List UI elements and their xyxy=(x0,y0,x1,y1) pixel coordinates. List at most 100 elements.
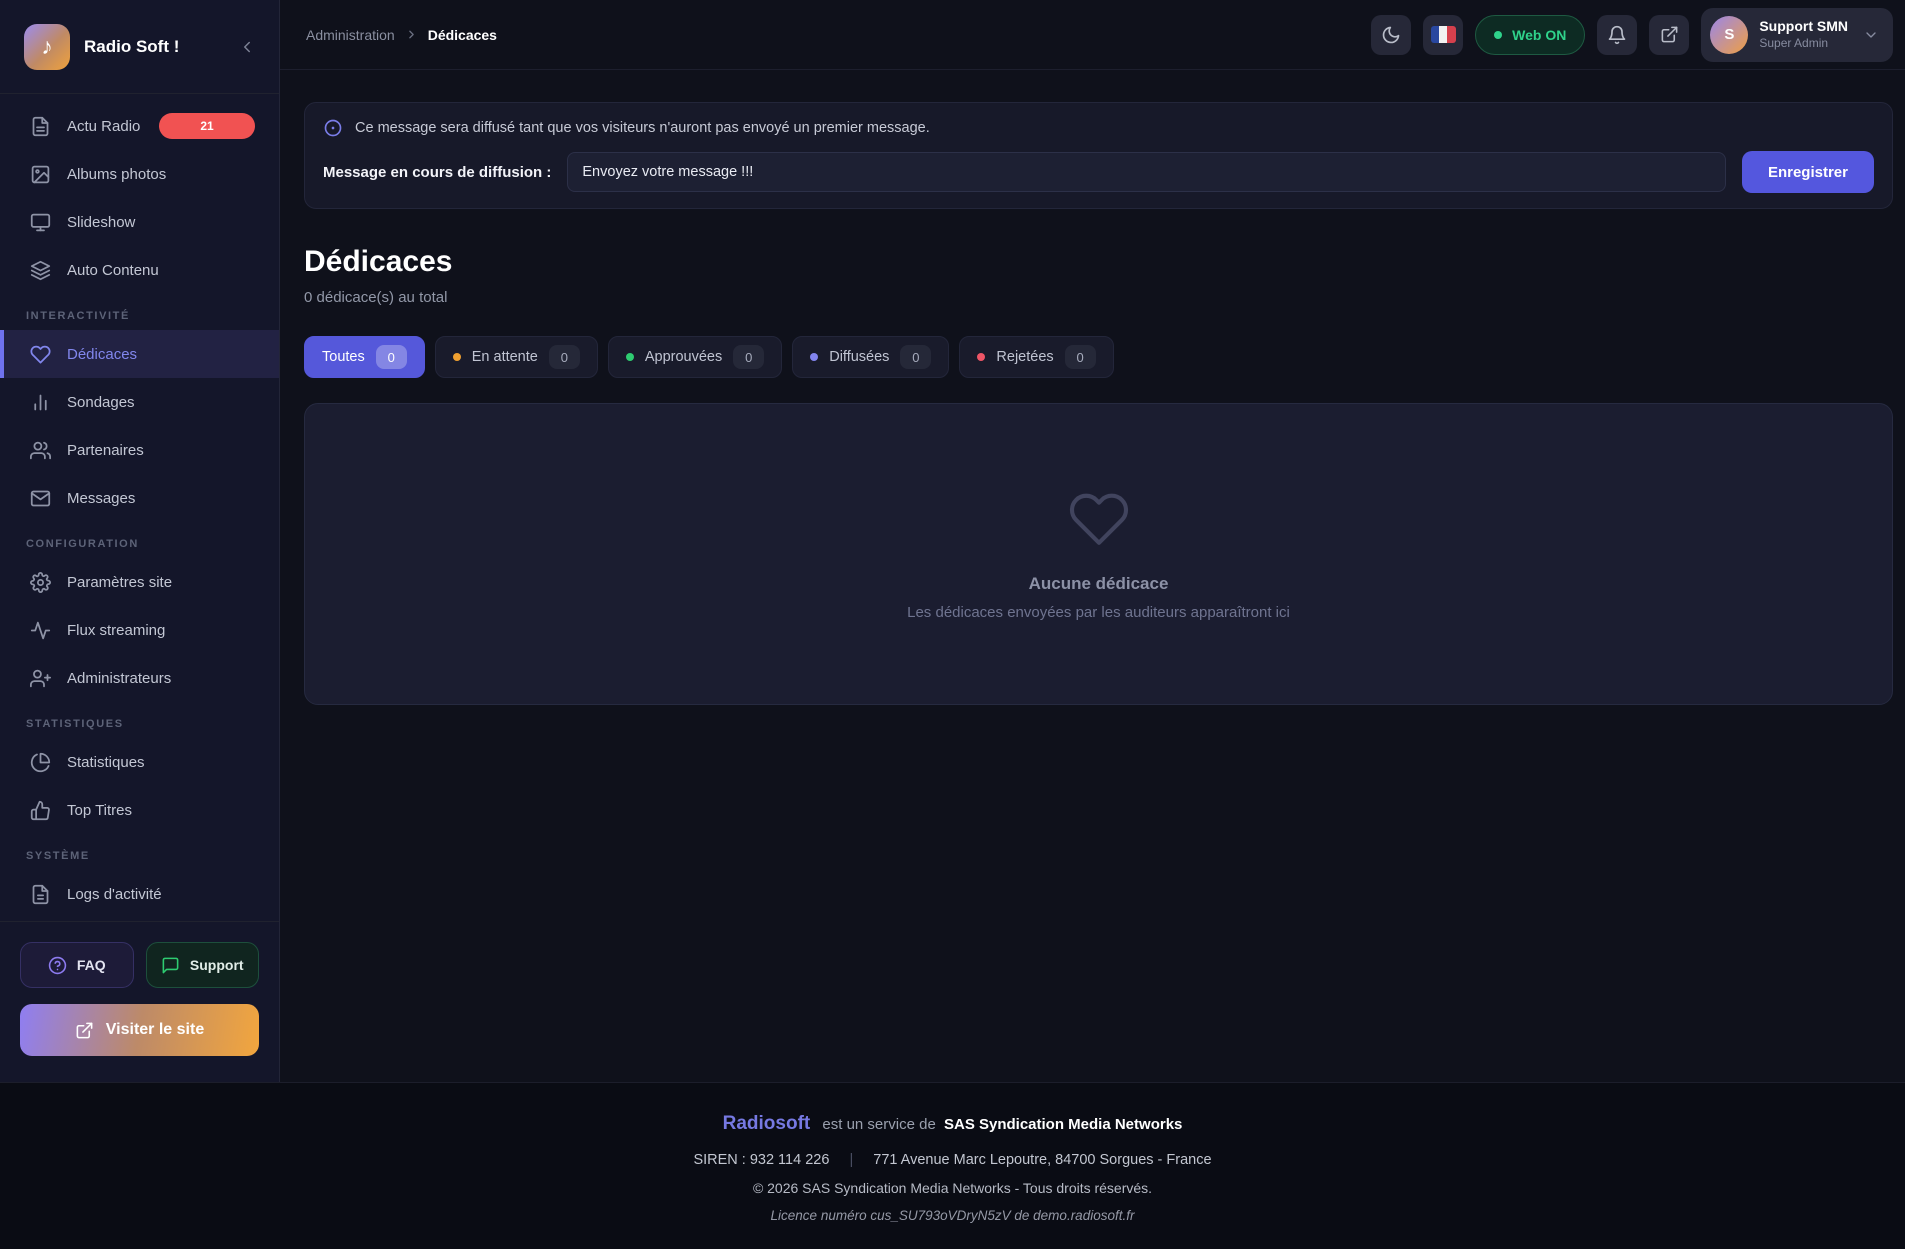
banner-info-text: Ce message sera diffusé tant que vos vis… xyxy=(355,120,930,136)
sidebar-item-label: Partenaires xyxy=(67,442,144,459)
broadcast-message-input[interactable] xyxy=(567,152,1726,192)
footer-siren: SIREN : 932 114 226 xyxy=(693,1152,829,1168)
sidebar-item-label: Administrateurs xyxy=(67,670,171,687)
sidebar-item-label: Sondages xyxy=(67,394,135,411)
external-link-icon xyxy=(1660,25,1679,44)
sidebar-item-slideshow[interactable]: Slideshow xyxy=(0,198,279,246)
bar-chart-icon xyxy=(30,392,51,413)
visit-site-button[interactable]: Visiter le site xyxy=(20,1004,259,1056)
filter-label: En attente xyxy=(472,349,538,365)
gear-icon xyxy=(30,572,51,593)
sidebar-item-label: Paramètres site xyxy=(67,574,172,591)
sidebar-item-messages[interactable]: Messages xyxy=(0,474,279,522)
filter-diffusees[interactable]: Diffusées 0 xyxy=(792,336,949,378)
sidebar-item-label: Top Titres xyxy=(67,802,132,819)
sidebar-item-logs-activite[interactable]: Logs d'activité xyxy=(0,870,279,918)
support-button[interactable]: Support xyxy=(146,942,260,988)
pie-chart-icon xyxy=(30,752,51,773)
broadcast-message-banner: Ce message sera diffusé tant que vos vis… xyxy=(304,102,1893,209)
image-icon xyxy=(30,164,51,185)
breadcrumb-administration[interactable]: Administration xyxy=(306,27,395,43)
section-label-statistiques: STATISTIQUES xyxy=(0,702,279,738)
content: Ce message sera diffusé tant que vos vis… xyxy=(280,70,1905,1082)
filter-label: Approuvées xyxy=(645,349,722,365)
empty-state-subtitle: Les dédicaces envoyées par les auditeurs… xyxy=(907,604,1290,621)
empty-state-panel: Aucune dédicace Les dédicaces envoyées p… xyxy=(304,403,1893,705)
support-label: Support xyxy=(190,957,244,973)
filter-label: Toutes xyxy=(322,349,365,365)
filter-rejetees[interactable]: Rejetées 0 xyxy=(959,336,1113,378)
divider: | xyxy=(849,1152,853,1168)
language-button[interactable] xyxy=(1423,15,1463,55)
sidebar-item-label: Flux streaming xyxy=(67,622,165,639)
total-count-text: 0 dédicace(s) au total xyxy=(304,289,1893,306)
sidebar-item-administrateurs[interactable]: Administrateurs xyxy=(0,654,279,702)
sidebar-item-label: Dédicaces xyxy=(67,346,137,363)
web-status-toggle[interactable]: Web ON xyxy=(1475,15,1585,55)
users-icon xyxy=(30,440,51,461)
filter-en-attente[interactable]: En attente 0 xyxy=(435,336,598,378)
save-button[interactable]: Enregistrer xyxy=(1742,151,1874,193)
footer-service-text: est un service de xyxy=(822,1116,935,1133)
filter-count: 0 xyxy=(1065,345,1096,369)
filter-label: Rejetées xyxy=(996,349,1053,365)
thumbs-up-icon xyxy=(30,800,51,821)
notifications-button[interactable] xyxy=(1597,15,1637,55)
status-dot-broadcast xyxy=(810,353,818,361)
faq-label: FAQ xyxy=(77,957,106,973)
sidebar-item-albums-photos[interactable]: Albums photos xyxy=(0,150,279,198)
user-plus-icon xyxy=(30,668,51,689)
user-menu[interactable]: S Support SMN Super Admin xyxy=(1701,8,1893,62)
status-dot-pending xyxy=(453,353,461,361)
filter-toutes[interactable]: Toutes 0 xyxy=(304,336,425,378)
sidebar-bottom: FAQ Support Visiter le site xyxy=(0,921,279,1082)
main-area: Administration Dédicaces Web ON xyxy=(280,0,1905,1082)
topbar: Administration Dédicaces Web ON xyxy=(280,0,1905,70)
info-icon xyxy=(323,118,343,138)
footer-copyright: © 2026 SAS Syndication Media Networks - … xyxy=(0,1180,1905,1196)
sidebar-item-flux-streaming[interactable]: Flux streaming xyxy=(0,606,279,654)
faq-button[interactable]: FAQ xyxy=(20,942,134,988)
sidebar-item-label: Actu Radio xyxy=(67,118,140,135)
status-dot-rejected xyxy=(977,353,985,361)
filter-approuvees[interactable]: Approuvées 0 xyxy=(608,336,782,378)
sidebar-item-actu-radio[interactable]: Actu Radio 21 xyxy=(0,102,279,150)
dark-mode-toggle-button[interactable] xyxy=(1371,15,1411,55)
app-row: ♪ Radio Soft ! Actu Radio 21 Albums phot… xyxy=(0,0,1905,1082)
filter-count: 0 xyxy=(376,345,407,369)
section-label-configuration: CONFIGURATION xyxy=(0,522,279,558)
section-label-systeme: SYSTÈME xyxy=(0,834,279,870)
chevron-left-icon xyxy=(238,38,256,56)
visit-site-label: Visiter le site xyxy=(106,1021,204,1039)
help-circle-icon xyxy=(48,956,67,975)
app-logo: ♪ xyxy=(24,24,70,70)
sidebar-item-auto-contenu[interactable]: Auto Contenu xyxy=(0,246,279,294)
sidebar-collapse-button[interactable] xyxy=(233,33,261,61)
file-text-icon xyxy=(30,884,51,905)
topbar-actions: Web ON S Support SMN Super Admin xyxy=(1371,8,1893,62)
sidebar-item-partenaires[interactable]: Partenaires xyxy=(0,426,279,474)
user-name: Support SMN xyxy=(1759,18,1848,36)
sidebar-header: ♪ Radio Soft ! xyxy=(0,0,279,94)
unread-count-badge: 21 xyxy=(159,113,255,139)
user-role: Super Admin xyxy=(1759,36,1848,51)
footer: Radiosoft est un service de SAS Syndicat… xyxy=(0,1082,1905,1249)
open-site-button[interactable] xyxy=(1649,15,1689,55)
sidebar-item-statistiques[interactable]: Statistiques xyxy=(0,738,279,786)
chevron-down-icon xyxy=(1863,27,1879,43)
sidebar-item-label: Auto Contenu xyxy=(67,262,159,279)
sidebar-item-sondages[interactable]: Sondages xyxy=(0,378,279,426)
sidebar-item-label: Statistiques xyxy=(67,754,145,771)
filter-count: 0 xyxy=(733,345,764,369)
heart-icon xyxy=(30,344,51,365)
status-dot-approved xyxy=(626,353,634,361)
filter-count: 0 xyxy=(549,345,580,369)
sidebar-item-top-titres[interactable]: Top Titres xyxy=(0,786,279,834)
sidebar-item-parametres-site[interactable]: Paramètres site xyxy=(0,558,279,606)
sidebar-item-dedicaces[interactable]: Dédicaces xyxy=(0,330,279,378)
filter-count: 0 xyxy=(900,345,931,369)
sidebar-item-label: Messages xyxy=(67,490,135,507)
avatar: S xyxy=(1710,16,1748,54)
external-link-icon xyxy=(75,1021,94,1040)
footer-company: SAS Syndication Media Networks xyxy=(944,1116,1182,1133)
